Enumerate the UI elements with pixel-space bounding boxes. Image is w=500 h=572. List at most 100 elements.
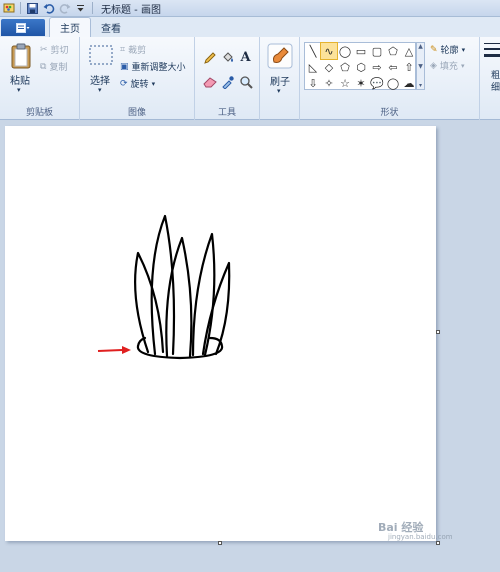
select-label: 选择 <box>90 76 110 87</box>
paste-button[interactable]: 粘贴 ▾ <box>8 43 34 101</box>
resize-icon: ▣ <box>120 61 129 72</box>
fill-bucket-icon[interactable] <box>219 49 236 66</box>
shape-option[interactable]: ◺ <box>305 59 321 75</box>
size-label: 粗 细 <box>491 71 500 93</box>
shape-option[interactable]: ☆ <box>337 75 353 91</box>
shapes-group-label: 形状 <box>380 108 399 118</box>
undo-icon[interactable] <box>42 2 55 15</box>
brushes-label: 刷子 <box>270 77 290 88</box>
chevron-up-icon: ▲ <box>418 43 423 50</box>
chevron-down-icon: ▾ <box>277 87 281 95</box>
shape-option[interactable]: ⬠ <box>385 43 401 59</box>
line-size-icon <box>484 43 500 57</box>
canvas-workspace: Bai 经验 jingyan.baidu.com <box>0 121 500 572</box>
separator <box>20 2 21 14</box>
outline-icon: ✎ <box>430 44 438 55</box>
plant-drawing <box>97 214 231 360</box>
shape-option[interactable]: ◯ <box>337 43 353 59</box>
image-group: 选择 ▾ ⌗ 裁剪 ▣ 重新调整大小 ⟳ 旋转 ▾ 图像 <box>80 37 195 120</box>
crop-button[interactable]: ⌗ 裁剪 <box>120 43 147 57</box>
annotation-arrow <box>97 346 131 354</box>
eraser-icon[interactable] <box>201 73 218 90</box>
canvas-resize-handle-right[interactable] <box>436 330 440 334</box>
resize-button[interactable]: ▣ 重新调整大小 <box>120 60 186 74</box>
shape-option[interactable]: ▢ <box>369 43 385 59</box>
shape-option[interactable]: ☁ <box>401 75 417 91</box>
leaf <box>201 261 231 356</box>
canvas-resize-handle-bottom[interactable] <box>218 541 222 545</box>
title-bar: 无标题 - 画图 <box>0 0 500 17</box>
fill-icon: ◈ <box>430 60 437 71</box>
image-group-label: 图像 <box>127 108 146 118</box>
pencil-icon[interactable] <box>201 49 218 66</box>
shape-option[interactable]: △ <box>401 43 417 59</box>
leaf <box>191 232 216 357</box>
tab-view[interactable]: 查看 <box>91 17 131 37</box>
size-button[interactable]: 粗 细 <box>484 41 500 101</box>
leaf <box>134 251 165 354</box>
quick-access-toolbar <box>0 2 95 15</box>
tab-home[interactable]: 主页 <box>49 17 91 37</box>
chevron-down-icon: ▼ <box>418 62 423 70</box>
shape-option[interactable]: ◇ <box>321 59 337 75</box>
fill-label: 填充 <box>439 62 458 72</box>
brush-icon <box>267 43 293 69</box>
crop-icon: ⌗ <box>120 44 126 55</box>
rotate-label: 旋转 <box>130 80 149 90</box>
expand-gallery-icon: ▾ <box>418 82 422 89</box>
shape-option[interactable]: ⬡ <box>353 59 369 75</box>
paint-app-icon[interactable] <box>2 2 15 15</box>
chevron-down-icon: ▾ <box>461 45 466 54</box>
rotate-button[interactable]: ⟳ 旋转 ▾ <box>120 77 156 91</box>
outline-label: 轮廓 <box>440 46 459 56</box>
crop-label: 裁剪 <box>128 46 147 56</box>
brushes-button[interactable]: 刷子 ▾ <box>265 42 295 102</box>
shape-option[interactable]: ⬠ <box>337 59 353 75</box>
tools-group-label: 工具 <box>217 108 236 118</box>
selection-rectangle-icon <box>89 45 113 65</box>
chevron-down-icon: ▾ <box>460 61 465 70</box>
watermark-subtext: jingyan.baidu.com <box>388 533 453 541</box>
shape-option[interactable]: ⇧ <box>401 59 417 75</box>
cut-button[interactable]: ✂ 剪切 <box>40 43 69 57</box>
select-button[interactable]: 选择 ▾ <box>87 43 115 101</box>
copy-icon: ⧉ <box>40 61 47 72</box>
shapes-gallery-scrollbar[interactable]: ▲ ▼ ▾ <box>416 42 425 90</box>
shape-option[interactable]: ⇦ <box>385 59 401 75</box>
shape-option[interactable]: ◯ <box>385 75 401 91</box>
scissors-icon: ✂ <box>40 44 48 55</box>
rotate-icon: ⟳ <box>120 78 128 89</box>
clipboard-icon <box>11 43 31 69</box>
shape-option[interactable]: 💬 <box>369 75 385 91</box>
outline-button[interactable]: ✎ 轮廓 ▾ <box>430 43 466 57</box>
shape-option[interactable]: ∿ <box>320 42 338 60</box>
file-menu-icon <box>16 22 30 33</box>
drawing-canvas[interactable] <box>5 126 436 541</box>
color-picker-icon[interactable] <box>219 73 236 90</box>
fill-button[interactable]: ◈ 填充 ▾ <box>430 59 465 73</box>
shape-option[interactable]: ⇨ <box>369 59 385 75</box>
paste-label: 粘贴 <box>10 76 30 87</box>
clipboard-group: 粘贴 ▾ ✂ 剪切 ⧉ 复制 剪贴板 <box>0 37 80 120</box>
canvas-resize-handle-corner[interactable] <box>436 541 440 545</box>
magnifier-icon[interactable] <box>237 73 254 90</box>
chevron-down-icon: ▾ <box>17 86 21 94</box>
cut-label: 剪切 <box>50 46 69 56</box>
shape-option[interactable]: ⇩ <box>305 75 321 91</box>
customize-qat-icon[interactable] <box>74 2 87 15</box>
clipboard-group-label: 剪贴板 <box>25 108 53 118</box>
text-tool-icon[interactable]: A <box>237 49 254 66</box>
shapes-gallery: ╲ ∿ ◯ ▭ ▢ ⬠ △ ◺ ◇ ⬠ ⬡ ⇨ ⇦ ⇧ ⇩ ✧ ☆ ✶ 💬 ◯ ☁ <box>304 42 416 90</box>
ribbon: 粘贴 ▾ ✂ 剪切 ⧉ 复制 剪贴板 选择 ▾ ⌗ 裁剪 ▣ 重新调整大小 ⟳ … <box>0 37 500 120</box>
file-menu-button[interactable] <box>1 19 45 36</box>
redo-icon[interactable] <box>58 2 71 15</box>
shape-option[interactable]: ✶ <box>353 75 369 91</box>
copy-button[interactable]: ⧉ 复制 <box>40 60 67 74</box>
save-icon[interactable] <box>26 2 39 15</box>
chevron-down-icon: ▾ <box>151 79 156 88</box>
shape-option[interactable]: ▭ <box>353 43 369 59</box>
separator <box>92 2 93 14</box>
shape-option[interactable]: ╲ <box>305 43 321 59</box>
shape-option[interactable]: ✧ <box>321 75 337 91</box>
chevron-down-icon: ▾ <box>98 86 102 94</box>
